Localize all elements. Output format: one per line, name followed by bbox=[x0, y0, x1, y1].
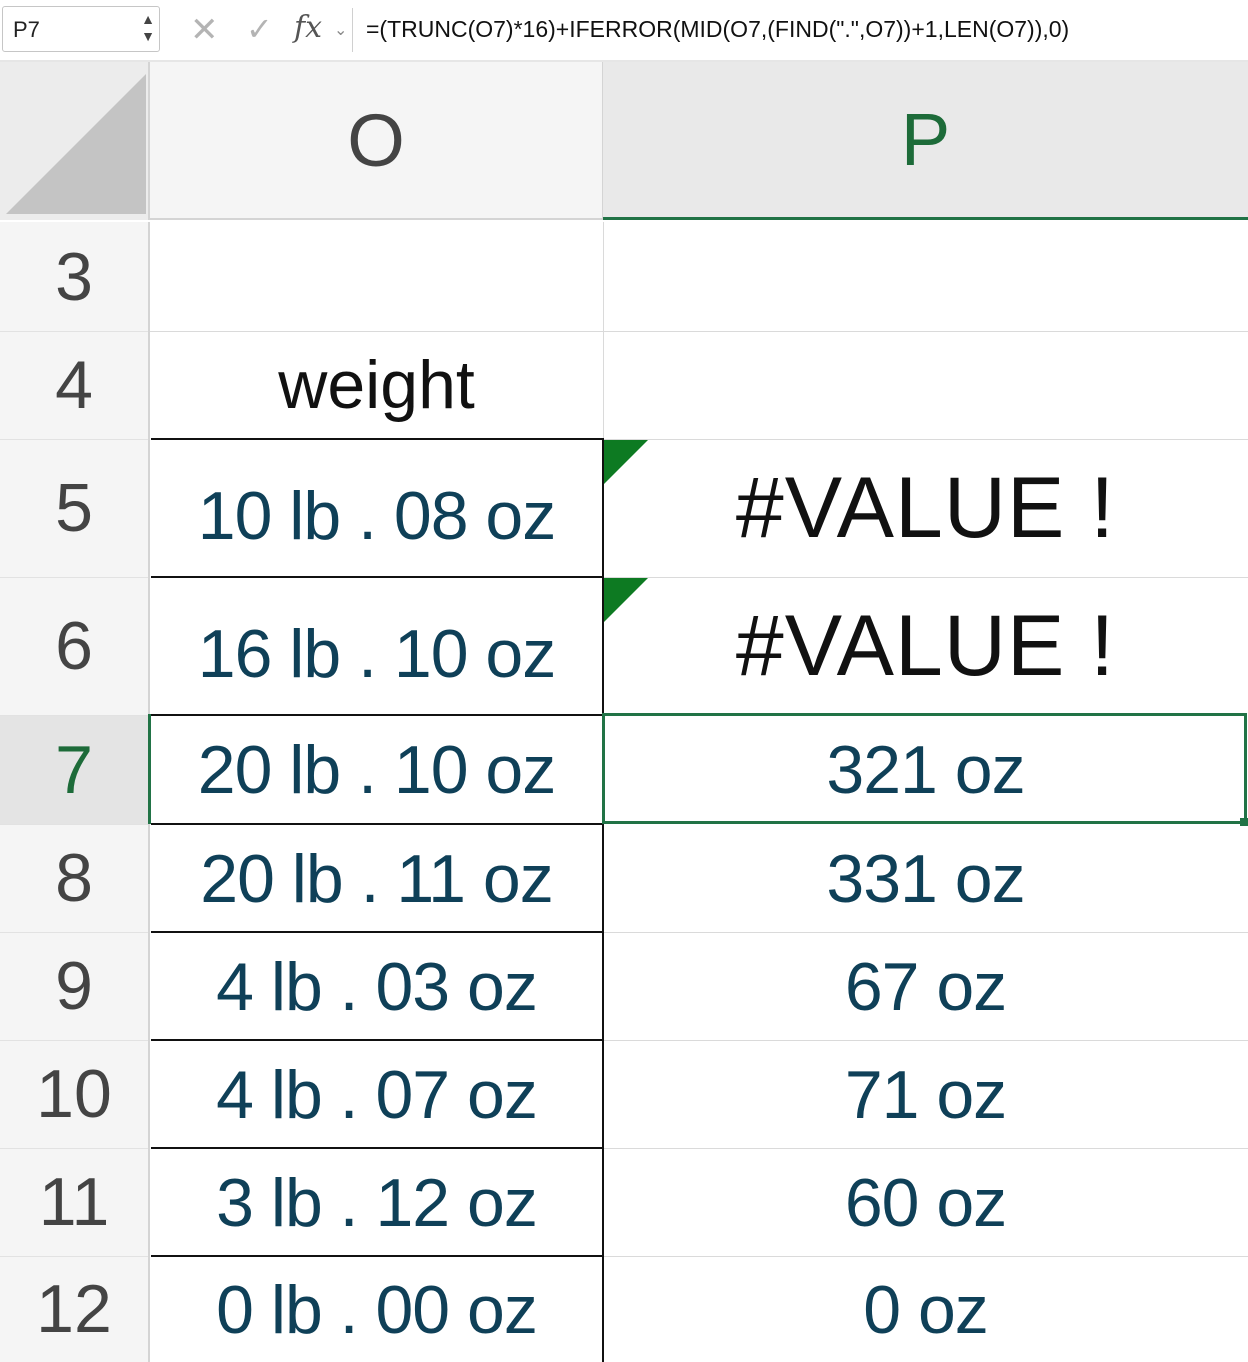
cell-p12[interactable]: 0 oz bbox=[603, 1257, 1248, 1362]
chevron-down-icon[interactable]: ⌄ bbox=[334, 20, 347, 40]
cell-p5-value: #VALUE ! bbox=[735, 460, 1116, 556]
cell-o5[interactable]: 10 lb . 08 oz bbox=[150, 440, 603, 577]
cell-o6[interactable]: 16 lb . 10 oz bbox=[150, 578, 603, 715]
cell-p11[interactable]: 60 oz bbox=[603, 1149, 1248, 1256]
row-header-9[interactable]: 9 bbox=[0, 932, 150, 1040]
cell-o11-value: 3 lb . 12 oz bbox=[216, 1164, 538, 1241]
active-row-indicator bbox=[148, 714, 151, 824]
gridline bbox=[0, 1040, 148, 1041]
cell-p3[interactable] bbox=[603, 222, 1248, 331]
cell-o3[interactable] bbox=[150, 222, 603, 331]
name-box[interactable]: P7 ▲ ▼ bbox=[2, 6, 160, 52]
column-header-p[interactable]: P bbox=[603, 62, 1248, 220]
row-header-12[interactable]: 12 bbox=[0, 1256, 150, 1362]
cell-o5-value: 10 lb . 08 oz bbox=[197, 477, 556, 554]
gridline bbox=[0, 1256, 148, 1257]
cell-p10[interactable]: 71 oz bbox=[603, 1041, 1248, 1148]
cell-o6-value: 16 lb . 10 oz bbox=[197, 615, 556, 692]
formula-bar: P7 ▲ ▼ ✕ ✓ fx ⌄ =(TRUNC(O7)*16)+IFERROR(M… bbox=[0, 0, 1248, 61]
cell-o9-value: 4 lb . 03 oz bbox=[216, 948, 538, 1025]
fx-icon[interactable]: fx bbox=[294, 10, 322, 45]
cell-o10-value: 4 lb . 07 oz bbox=[216, 1056, 538, 1133]
row-header-7[interactable]: 7 bbox=[0, 715, 150, 824]
row-header-3[interactable]: 3 bbox=[0, 222, 150, 331]
gridline bbox=[0, 577, 148, 578]
error-indicator-icon[interactable] bbox=[604, 578, 648, 622]
cell-p6[interactable]: #VALUE ! bbox=[603, 578, 1248, 715]
name-box-stepper-icon[interactable]: ▲ ▼ bbox=[140, 11, 156, 49]
formula-bar-divider bbox=[352, 8, 353, 52]
cell-p8[interactable]: 331 oz bbox=[603, 825, 1248, 932]
row-header-4[interactable]: 4 bbox=[0, 331, 150, 439]
cell-p6-value: #VALUE ! bbox=[735, 598, 1116, 694]
row-header-10[interactable]: 10 bbox=[0, 1040, 150, 1148]
enter-icon[interactable]: ✓ bbox=[246, 10, 273, 48]
cell-p8-value: 331 oz bbox=[826, 840, 1025, 917]
cell-o8-value: 20 lb . 11 oz bbox=[200, 840, 553, 917]
cell-o7-value: 20 lb . 10 oz bbox=[197, 732, 556, 808]
row-header-11[interactable]: 11 bbox=[0, 1148, 150, 1256]
gridline bbox=[0, 715, 148, 716]
cell-o10[interactable]: 4 lb . 07 oz bbox=[150, 1041, 603, 1148]
cell-o9[interactable]: 4 lb . 03 oz bbox=[150, 933, 603, 1040]
row-header-5[interactable]: 5 bbox=[0, 439, 150, 577]
formula-input[interactable]: =(TRUNC(O7)*16)+IFERROR(MID(O7,(FIND("."… bbox=[366, 16, 1069, 43]
cell-o8[interactable]: 20 lb . 11 oz bbox=[150, 825, 603, 932]
cell-o12[interactable]: 0 lb . 00 oz bbox=[150, 1257, 603, 1362]
cell-p4[interactable] bbox=[603, 331, 1248, 439]
cell-p10-value: 71 oz bbox=[844, 1056, 1007, 1133]
cancel-icon[interactable]: ✕ bbox=[190, 10, 219, 50]
cell-p9-value: 67 oz bbox=[844, 948, 1007, 1025]
row-header-8[interactable]: 8 bbox=[0, 824, 150, 932]
gridline bbox=[0, 439, 148, 440]
cell-o4[interactable]: weight bbox=[150, 331, 603, 439]
fill-handle[interactable] bbox=[1240, 818, 1248, 826]
cell-p11-value: 60 oz bbox=[844, 1164, 1007, 1241]
gridline bbox=[0, 331, 148, 332]
name-box-value: P7 bbox=[13, 17, 40, 42]
select-all-corner[interactable] bbox=[0, 62, 150, 220]
cell-o7[interactable]: 20 lb . 10 oz bbox=[150, 716, 603, 824]
error-indicator-icon[interactable] bbox=[604, 440, 648, 484]
cell-p9[interactable]: 67 oz bbox=[603, 933, 1248, 1040]
gridline bbox=[0, 824, 148, 825]
gridline bbox=[0, 1148, 148, 1149]
cell-p5[interactable]: #VALUE ! bbox=[603, 440, 1248, 577]
active-cell-selection bbox=[602, 713, 1247, 824]
cell-o4-value: weight bbox=[278, 347, 475, 423]
cell-o11[interactable]: 3 lb . 12 oz bbox=[150, 1149, 603, 1256]
select-all-icon bbox=[6, 74, 146, 214]
row-header-6[interactable]: 6 bbox=[0, 577, 150, 715]
gridline bbox=[0, 932, 148, 933]
cell-o12-value: 0 lb . 00 oz bbox=[216, 1271, 538, 1348]
column-header-o[interactable]: O bbox=[150, 62, 603, 220]
cell-p12-value: 0 oz bbox=[863, 1271, 989, 1348]
